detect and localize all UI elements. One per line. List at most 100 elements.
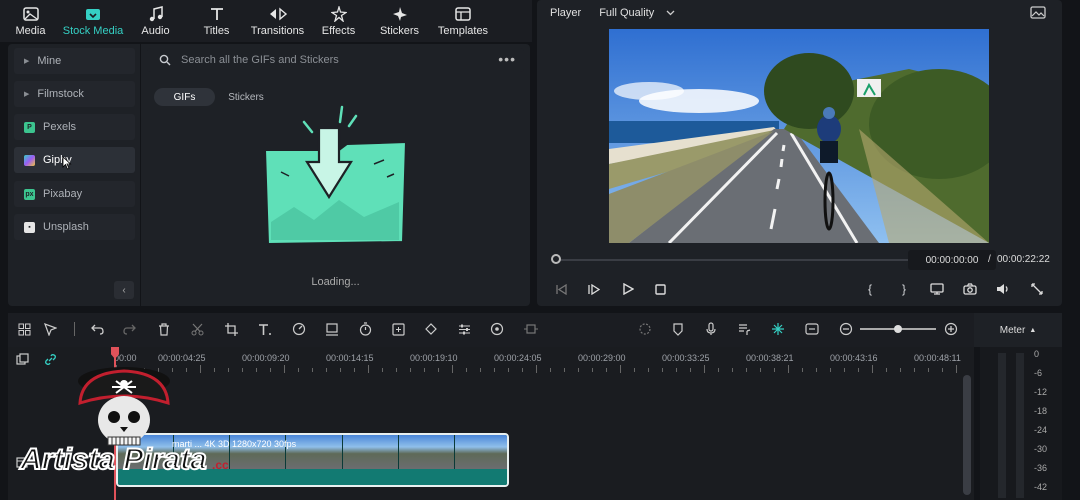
previous-frame-icon[interactable]: [553, 282, 569, 296]
video-preview[interactable]: [609, 29, 989, 243]
chevron-left-icon: ‹: [122, 284, 126, 296]
ruler-tick: [690, 368, 691, 372]
sidebar-item-filmstock[interactable]: ▶ Filmstock: [14, 81, 135, 107]
meter-toggle[interactable]: Meter ▲: [974, 313, 1062, 347]
microphone-icon[interactable]: [703, 321, 719, 337]
collapse-sidebar-button[interactable]: ‹: [114, 281, 134, 299]
next-frame-icon[interactable]: [586, 282, 602, 296]
ai-snap-icon[interactable]: [770, 321, 786, 337]
display-settings-icon[interactable]: [929, 282, 945, 296]
ruler-tick: [424, 368, 425, 372]
tab-label: Transitions: [250, 24, 305, 37]
color-match-icon[interactable]: [423, 321, 439, 337]
tab-label: Media: [15, 24, 46, 37]
volume-icon[interactable]: [995, 282, 1011, 296]
transitions-icon: [268, 6, 288, 22]
playback-scrubber[interactable]: [555, 259, 910, 261]
delete-icon[interactable]: [156, 321, 172, 337]
auto-reframe-icon[interactable]: [324, 321, 340, 337]
meter-scale-label: 0: [1034, 349, 1040, 359]
tab-stock-media[interactable]: Stock Media: [61, 0, 125, 42]
vertical-scrollbar[interactable]: [963, 375, 971, 495]
ruler-tick: [774, 368, 775, 372]
redo-icon[interactable]: [121, 321, 137, 337]
sidebar-item-mine[interactable]: ▶ Mine: [14, 48, 135, 74]
select-tool-icon[interactable]: [42, 321, 58, 337]
ruler-tick: [452, 365, 453, 373]
meter-scale-label: -30: [1034, 444, 1048, 454]
ai-frame-icon[interactable]: [390, 321, 406, 337]
zoom-in-icon[interactable]: [943, 321, 959, 337]
timer-icon[interactable]: [357, 321, 373, 337]
ruler-tick: [368, 365, 369, 373]
more-options-icon[interactable]: •••: [498, 51, 516, 67]
ruler-tick: [522, 368, 523, 372]
ruler-tick: [382, 368, 383, 372]
camera-icon[interactable]: [962, 282, 978, 296]
play-icon[interactable]: [620, 282, 636, 296]
layout-grid-icon[interactable]: [16, 321, 32, 337]
tab-audio[interactable]: Audio: [125, 0, 186, 42]
ruler-tick-label: 00:00:24:05: [494, 353, 542, 363]
ruler-tick: [914, 368, 915, 372]
sidebar-item-pixabay[interactable]: px Pixabay: [14, 181, 135, 207]
ruler-tick: [872, 365, 873, 373]
sidebar-item-label: Unsplash: [43, 221, 89, 233]
search-input[interactable]: Search all the GIFs and Stickers: [181, 54, 339, 66]
templates-icon: [453, 6, 473, 22]
ruler-tick: [466, 368, 467, 372]
tab-effects[interactable]: Effects: [308, 0, 369, 42]
sidebar-item-giphy[interactable]: Giphy: [14, 147, 135, 173]
split-icon[interactable]: [189, 321, 205, 337]
ruler-tick: [606, 368, 607, 372]
stickers-icon: [390, 6, 410, 22]
text-tool-icon[interactable]: [257, 321, 273, 337]
render-preview-icon[interactable]: [637, 321, 653, 337]
motion-tracking-icon[interactable]: [489, 321, 505, 337]
search-bar[interactable]: Search all the GIFs and Stickers: [147, 48, 524, 72]
zoom-slider[interactable]: [860, 325, 936, 333]
adjust-sliders-icon[interactable]: [456, 321, 472, 337]
tab-stickers[interactable]: Stickers: [369, 0, 430, 42]
tab-transitions[interactable]: Transitions: [247, 0, 308, 42]
mark-in-icon[interactable]: {: [862, 282, 878, 296]
tab-media[interactable]: Media: [0, 0, 61, 42]
tab-label: Audio: [141, 24, 170, 37]
sidebar-item-unsplash[interactable]: ▪ Unsplash: [14, 214, 135, 240]
snapshot-image-icon[interactable]: [1030, 6, 1046, 19]
speed-icon[interactable]: [291, 321, 307, 337]
mark-out-icon[interactable]: }: [896, 282, 912, 296]
scrubber-handle[interactable]: [551, 254, 561, 264]
undo-icon[interactable]: [89, 321, 105, 337]
ruler-tick: [858, 368, 859, 372]
ruler-tick: [480, 368, 481, 372]
player-panel: Player Full Quality 00:00:00:00 / 00:00:…: [537, 0, 1062, 306]
current-timecode[interactable]: 00:00:00:00: [908, 250, 996, 270]
voiceover-notes-icon[interactable]: [736, 321, 752, 337]
meter-scale-label: -18: [1034, 406, 1048, 416]
tab-titles[interactable]: Titles: [186, 0, 247, 42]
loading-text: Loading...: [311, 276, 360, 288]
timecode-separator: /: [988, 254, 991, 265]
ruler-tick: [788, 365, 789, 373]
zoom-out-icon[interactable]: [838, 321, 854, 337]
zoom-slider-handle[interactable]: [894, 325, 902, 333]
pirate-logo-watermark: Artista Pirata .cc: [18, 367, 229, 477]
tab-templates[interactable]: Templates: [430, 0, 496, 42]
ruler-tick: [396, 368, 397, 372]
sidebar-item-pexels[interactable]: P Pexels: [14, 114, 135, 140]
ruler-tick: [956, 365, 957, 373]
ruler-tick-label: 00:00:38:21: [746, 353, 794, 363]
meter-scale-label: -12: [1034, 387, 1048, 397]
marker-icon[interactable]: [670, 321, 686, 337]
quality-dropdown[interactable]: Full Quality: [599, 7, 675, 19]
fullscreen-icon[interactable]: [1029, 282, 1045, 296]
stop-icon[interactable]: [652, 282, 668, 296]
audio-stretch-icon[interactable]: [804, 321, 820, 337]
tab-gifs[interactable]: GIFs: [154, 88, 215, 106]
crop-icon[interactable]: [223, 321, 239, 337]
keyframe-icon[interactable]: [523, 321, 539, 337]
ruler-tick: [494, 368, 495, 372]
ruler-tick: [326, 368, 327, 372]
ruler-tick-label: 00:00:04:25: [158, 353, 206, 363]
